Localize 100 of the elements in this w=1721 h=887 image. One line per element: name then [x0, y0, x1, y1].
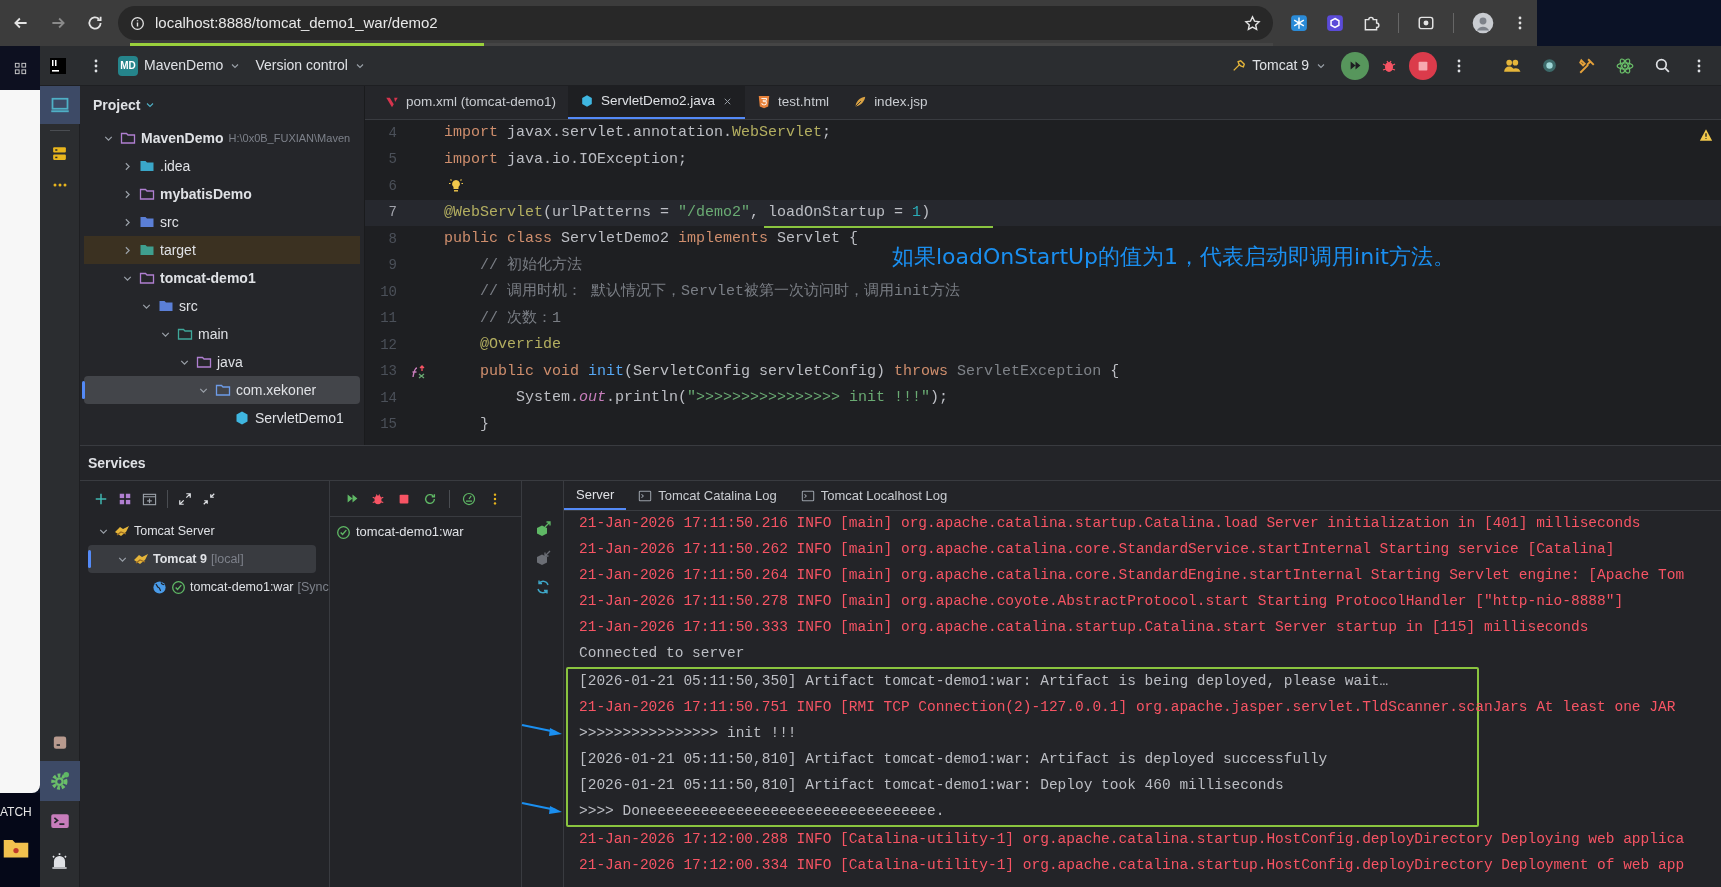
bookmark-star-icon[interactable]	[1244, 14, 1261, 32]
editor-tab[interactable]: index.jsp	[841, 85, 940, 119]
code-token: @WebServlet	[444, 202, 544, 223]
check-icon	[336, 524, 351, 540]
tree-item[interactable]: src	[84, 292, 360, 320]
notifications-icon[interactable]	[50, 851, 69, 871]
atom-icon[interactable]	[1616, 56, 1634, 75]
hammer-icon	[1232, 58, 1247, 73]
folder-icon	[177, 326, 193, 342]
tree-label: main	[198, 324, 229, 344]
project-tool-button[interactable]	[39, 86, 80, 124]
tree-item[interactable]: tomcat-demo1:war [Sync	[88, 573, 331, 601]
tools-icon[interactable]	[1578, 56, 1596, 75]
add-icon[interactable]	[94, 492, 108, 506]
folder-icon	[120, 130, 136, 146]
screenshot-icon[interactable]	[1417, 14, 1435, 32]
collapse-all-icon[interactable]	[202, 492, 216, 506]
source-folder-icon	[139, 214, 155, 230]
log-line: 21-Jan-2026 17:11:50.333 INFO [main] org.apache.catalina.startup.Catalina.start Server startup in [115] milliseconds	[579, 618, 1589, 638]
log-tab[interactable]: Tomcat Localhost Log	[788, 481, 960, 510]
lightbulb-icon[interactable]	[448, 178, 464, 195]
class-icon	[234, 410, 250, 426]
tree-item[interactable]: tomcat-demo1	[84, 264, 360, 292]
deployment-item[interactable]: tomcat-demo1:war	[330, 517, 521, 547]
address-bar[interactable]: localhost:8888/tomcat_demo1_war/demo2	[118, 6, 1273, 40]
profile-avatar-icon[interactable]	[1472, 12, 1494, 34]
app-logo-icon[interactable]	[50, 57, 66, 74]
folder-icon	[139, 242, 155, 258]
code-token: javax.servlet.annotation.	[506, 123, 733, 143]
check-icon	[171, 579, 186, 595]
grid-icon[interactable]	[12, 60, 28, 76]
folder-icon	[196, 354, 212, 370]
log-line: [2026-01-21 05:11:50,810] Artifact tomcat-demo1:war: Artifact is deployed successfully	[579, 750, 1328, 770]
folder-icon	[139, 270, 155, 286]
log-tab[interactable]: Tomcat Catalina Log	[626, 481, 789, 510]
stop-button[interactable]	[1409, 51, 1437, 80]
search-icon[interactable]	[1654, 57, 1671, 74]
tree-item[interactable]: Tomcat Server	[88, 517, 316, 545]
gauge-icon[interactable]	[462, 491, 476, 506]
refresh-icon[interactable]	[534, 579, 551, 595]
debug-icon[interactable]	[371, 491, 385, 506]
editor-tab[interactable]: pom.xml (tomcat-demo1)	[373, 85, 569, 119]
project-switcher[interactable]: MD MavenDemo	[118, 55, 242, 76]
info-icon[interactable]	[130, 15, 145, 31]
restart-icon[interactable]	[423, 491, 437, 506]
tree-item[interactable]: Tomcat 9 [local]	[88, 545, 316, 573]
hexagon-extension-icon[interactable]	[1326, 14, 1344, 32]
services-tool-button[interactable]	[39, 761, 80, 801]
code-token: import	[444, 149, 498, 170]
structure-icon[interactable]	[51, 144, 68, 162]
tree-item[interactable]: main	[84, 320, 360, 348]
tree-label: ServletDemo1	[255, 408, 344, 428]
extensions-icon[interactable]	[1362, 14, 1380, 32]
tree-item[interactable]: ServletDemo1	[84, 404, 360, 432]
tree-label: java	[217, 352, 243, 372]
tree-item[interactable]: com.xekoner	[84, 376, 360, 404]
tree-label: target	[160, 240, 196, 260]
run-button[interactable]	[1341, 51, 1369, 80]
version-control-menu[interactable]: Version control	[255, 55, 366, 76]
panel-title: Project	[93, 95, 141, 115]
override-marker-icon[interactable]	[411, 363, 427, 380]
code-token: public void	[479, 361, 581, 382]
tree-item[interactable]: java	[84, 348, 360, 376]
code-token: {	[1109, 361, 1120, 382]
new-tab-icon[interactable]	[142, 491, 157, 507]
reload-icon[interactable]	[86, 14, 104, 32]
path-hint: H:\0x0B_FUXIAN\Maven	[228, 130, 351, 146]
circle-icon[interactable]	[1541, 57, 1558, 74]
tree-item[interactable]: MavenDemo H:\0x0B_FUXIAN\Maven	[84, 124, 360, 152]
grid-icon[interactable]	[118, 492, 132, 506]
editor-tab[interactable]: test.html	[745, 85, 842, 119]
run-configuration[interactable]: Tomcat 9	[1232, 55, 1327, 76]
terminal-icon[interactable]	[49, 811, 70, 831]
deploy-icon[interactable]	[534, 521, 551, 537]
log-tab[interactable]: Server	[564, 481, 627, 510]
tree-item[interactable]: .idea	[84, 152, 360, 180]
editor-tab[interactable]: ServletDemo2.java	[568, 85, 746, 119]
expand-all-icon[interactable]	[178, 492, 192, 506]
code-token: // 次数：1	[479, 308, 561, 329]
undeploy-icon[interactable]	[534, 550, 551, 566]
run-all-icon[interactable]	[346, 492, 359, 505]
tree-label: src	[179, 296, 198, 316]
globe-icon	[152, 579, 167, 595]
taskbar-label: ATCH	[0, 804, 32, 821]
code-token: "/demo2"	[678, 202, 751, 223]
snowflake-extension-icon[interactable]	[1290, 14, 1308, 32]
code-token: }	[479, 414, 489, 435]
warning-icon[interactable]	[1699, 128, 1713, 142]
tree-item[interactable]: target	[84, 236, 360, 264]
tree-label: .idea	[160, 156, 191, 176]
code-token: @Override	[479, 335, 562, 355]
folder-icon	[139, 186, 155, 202]
tree-hint: [Sync	[297, 578, 329, 596]
tree-item[interactable]: src	[84, 208, 360, 236]
line-number: 7	[387, 203, 397, 223]
url-text: localhost:8888/tomcat_demo1_war/demo2	[155, 12, 438, 33]
annotation-text: 如果loadOnStartUp的值为1，代表启动即调用init方法。	[892, 243, 1455, 271]
tree-item[interactable]: mybatisDemo	[84, 180, 360, 208]
code-token: ServletDemo2	[561, 229, 671, 249]
log-line: 21-Jan-2026 17:12:00.334 INFO [Catalina-utility-1] org.apache.catalina.startup.HostConfig.deployDirectory Deployment of web app	[579, 856, 1685, 876]
